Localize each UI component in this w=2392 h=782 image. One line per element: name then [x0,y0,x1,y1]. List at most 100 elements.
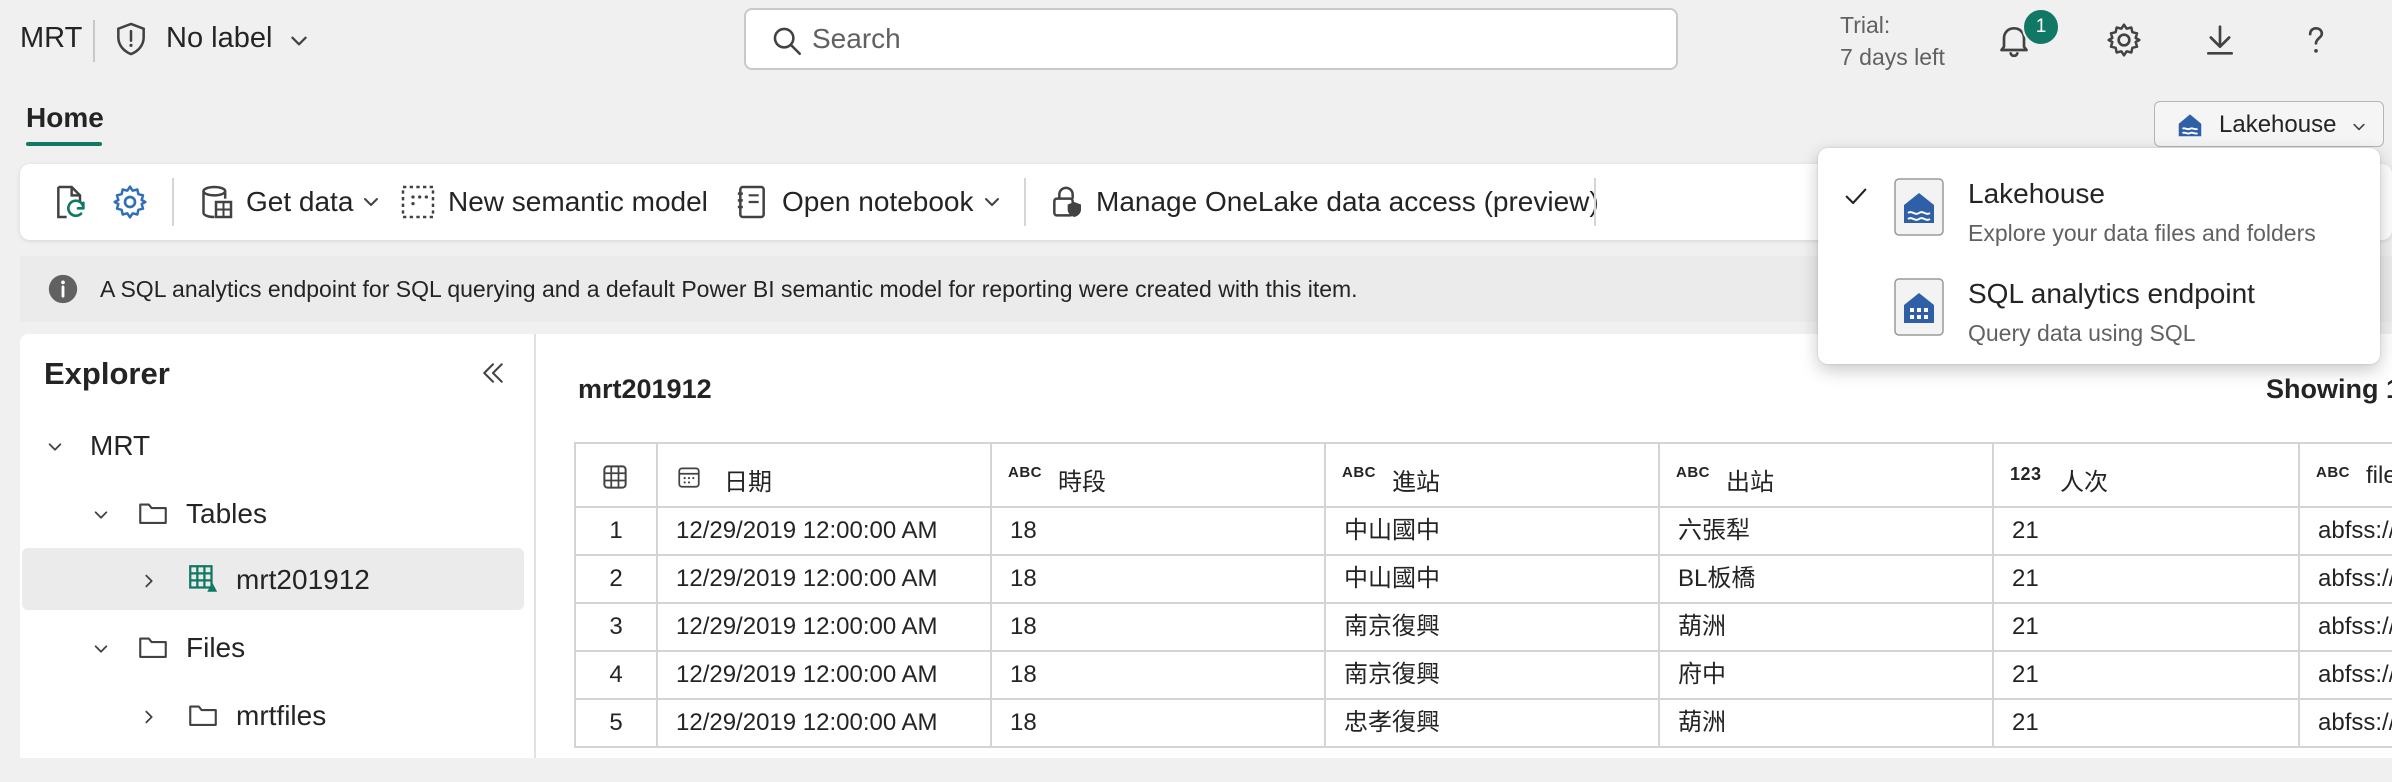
table-cell[interactable]: abfss:// [2298,700,2392,748]
search-input[interactable] [812,20,1632,58]
table-cell[interactable]: abfss:// [2298,652,2392,700]
chevron-right-icon[interactable] [140,708,158,726]
table-cell[interactable]: 12/29/2019 12:00:00 AM [656,700,990,748]
table-cell[interactable]: 12/29/2019 12:00:00 AM [656,604,990,652]
table-cell[interactable]: 18 [990,700,1324,748]
column-header[interactable]: ABC 出站 [1658,442,1992,508]
chevron-down-icon[interactable] [92,640,110,658]
table-cell[interactable]: 18 [990,652,1324,700]
table-cell[interactable]: 12/29/2019 12:00:00 AM [656,508,990,556]
table-cell[interactable]: 中山國中 [1324,556,1658,604]
database-icon [202,185,233,219]
tree-item-tables[interactable]: Tables [22,482,524,544]
checkmark-icon [1842,182,1870,210]
table-cell[interactable]: 六張犁 [1658,508,1992,556]
table-cell[interactable]: 18 [990,508,1324,556]
tree-item-label: mrt201912 [236,564,370,595]
chevron-down-icon[interactable] [288,30,310,52]
menu-item-sql-analytics-endpoint[interactable]: SQL analytics endpoint Query data using … [1818,254,2380,352]
collapse-pane-icon[interactable] [478,358,508,388]
table-cell[interactable]: 21 [1992,604,2298,652]
view-switcher-label: Lakehouse [2219,111,2337,138]
table-cell[interactable]: 21 [1992,508,2298,556]
row-number[interactable]: 1 [574,508,656,556]
view-switcher-dropdown[interactable]: Lakehouse [2154,101,2384,147]
chevron-down-icon [364,198,379,206]
tree-item-label: Tables [186,498,267,529]
topbar-divider [93,20,95,62]
menu-item-title: Lakehouse [1968,178,2106,209]
table-cell[interactable]: 21 [1992,700,2298,748]
table-cell[interactable]: 18 [990,556,1324,604]
tree-item-label: mrtfiles [236,700,327,731]
table-cell[interactable]: 南京復興 [1324,652,1658,700]
column-header[interactable]: 123 人次 [1992,442,2298,508]
manage-onelake-access-button[interactable]: Manage OneLake data access (preview) [1046,164,1599,240]
workspace-name[interactable]: MRT [20,22,82,55]
row-number[interactable]: 2 [574,556,656,604]
table-cell[interactable]: abfss:// [2298,508,2392,556]
tree-item-mrt[interactable]: MRT [22,414,524,476]
table-cell[interactable]: 12/29/2019 12:00:00 AM [656,652,990,700]
row-number[interactable]: 5 [574,700,656,748]
chevron-down-icon [984,198,999,206]
select-all-header[interactable] [574,442,656,508]
column-name: 出站 [1726,469,1774,496]
data-grid: 日期 ABC 時段 ABC 進站 ABC 出站 123 人次 ABC file … [574,442,2392,782]
table-cell[interactable]: 18 [990,604,1324,652]
shield-icon[interactable] [112,20,150,58]
help-icon[interactable] [2296,20,2336,60]
table-cell[interactable]: abfss:// [2298,604,2392,652]
column-header[interactable]: ABC 時段 [990,442,1324,508]
folder-icon [136,630,170,664]
notification-badge: 1 [2022,8,2060,46]
preview-table-name: mrt201912 [578,374,712,404]
table-cell[interactable]: 南京復興 [1324,604,1658,652]
toolbar-divider [1594,178,1596,226]
row-number[interactable]: 3 [574,604,656,652]
toolbar-divider [172,178,174,226]
search-box[interactable] [744,8,1678,70]
tree-item-files[interactable]: Files [22,616,524,678]
info-message: A SQL analytics endpoint for SQL queryin… [100,276,1358,302]
refresh-button[interactable] [50,164,100,240]
chevron-down-icon[interactable] [92,506,110,524]
trial-days-left: 7 days left [1840,44,1945,70]
number-type-icon: 123 [2010,464,2042,484]
gear-icon[interactable] [2104,20,2144,60]
settings-button[interactable] [110,164,160,240]
table-cell[interactable]: 12/29/2019 12:00:00 AM [656,556,990,604]
row-number[interactable]: 4 [574,652,656,700]
row-count-text: Showing 1 [2266,374,2392,404]
chevron-right-icon[interactable] [140,572,158,590]
column-header[interactable]: ABC file [2298,442,2392,508]
table-cell[interactable]: 21 [1992,652,2298,700]
table-cell[interactable]: 府中 [1658,652,1992,700]
column-header[interactable]: 日期 [656,442,990,508]
chevron-down-icon[interactable] [46,438,64,456]
calendar-icon [676,464,702,490]
tree-item-folder-mrtfiles[interactable]: mrtfiles [22,684,524,746]
table-cell[interactable]: 葫洲 [1658,700,1992,748]
tab-home[interactable]: Home [26,102,104,134]
lakehouse-icon [2175,110,2205,140]
get-data-button[interactable]: Get data [196,164,381,240]
text-type-icon: ABC [1008,464,1042,481]
manage-onelake-access-label: Manage OneLake data access (preview) [1096,186,1599,217]
table-cell[interactable]: 中山國中 [1324,508,1658,556]
download-icon[interactable] [2200,20,2240,60]
column-header[interactable]: ABC 進站 [1324,442,1658,508]
table-cell[interactable]: 21 [1992,556,2298,604]
menu-item-lakehouse[interactable]: Lakehouse Explore your data files and fo… [1818,154,2380,252]
table-cell[interactable]: 忠孝復興 [1324,700,1658,748]
new-semantic-model-button[interactable]: New semantic model [398,164,708,240]
table-cell[interactable]: BL板橋 [1658,556,1992,604]
table-icon [600,462,630,492]
tree-item-table-mrt201912[interactable]: mrt201912 [22,548,524,610]
sensitivity-label[interactable]: No label [166,22,272,55]
table-cell[interactable]: abfss:// [2298,556,2392,604]
table-cell[interactable]: 葫洲 [1658,604,1992,652]
menu-item-description: Explore your data files and folders [1968,220,2316,246]
open-notebook-button[interactable]: Open notebook [732,164,1002,240]
chevron-down-icon [2351,119,2367,135]
